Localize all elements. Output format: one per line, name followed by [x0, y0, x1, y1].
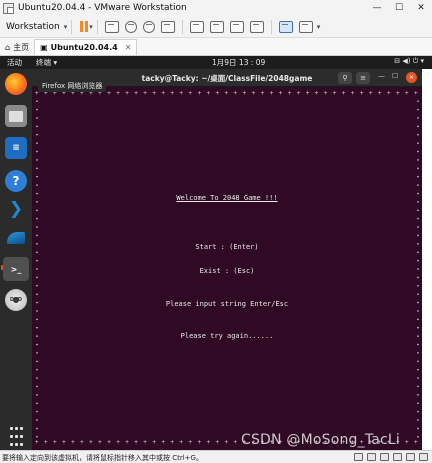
- csdn-watermark: CSDN @MoSong_TacLi: [241, 432, 401, 448]
- firefox-icon[interactable]: [5, 73, 27, 95]
- close-button[interactable]: ✕: [410, 0, 432, 16]
- workstation-menu-button[interactable]: Workstation ▾: [6, 22, 67, 32]
- terminal-close-button[interactable]: ✕: [406, 72, 417, 83]
- stretch-guest-icon[interactable]: [298, 20, 313, 33]
- snapshot-icon[interactable]: [124, 20, 137, 33]
- show-apps-icon[interactable]: [5, 425, 27, 447]
- exit-option-text: Exist : (Esc): [199, 267, 255, 275]
- app-menu-button[interactable]: 终端 ▾: [36, 57, 57, 68]
- toolbar-divider: [181, 19, 183, 34]
- ubuntu-dock: ≡ ? ❯ >_ DVD: [0, 69, 32, 450]
- ubuntu-top-bar: 活动 终端 ▾ 1月9日 13 : 09 ⊟ ◀) ⏻ ▾: [0, 56, 432, 69]
- device-status-icons: [354, 453, 428, 461]
- chevron-down-icon: ▾: [63, 22, 68, 31]
- vscode-icon[interactable]: ❯: [5, 198, 27, 220]
- help-icon[interactable]: ?: [5, 170, 27, 192]
- welcome-text: Welcome To 2048 Game !!!: [176, 194, 278, 202]
- terminal-window[interactable]: tacky@Tacky: ~/桌面/ClassFile/2048game ⚲ ≡…: [32, 69, 422, 450]
- home-icon: ⌂: [5, 42, 11, 52]
- activities-button[interactable]: 活动: [7, 57, 22, 68]
- terminal-minimize-button[interactable]: —: [378, 72, 385, 80]
- sound-icon[interactable]: [406, 453, 415, 461]
- tab-ubuntu[interactable]: ▣ Ubuntu20.04.4 ✕: [34, 39, 138, 55]
- wireshark-icon[interactable]: [5, 227, 27, 249]
- close-tab-icon[interactable]: ✕: [125, 43, 132, 52]
- cd-drive-icon[interactable]: [367, 453, 376, 461]
- vmware-logo-icon: [3, 2, 14, 14]
- terminal-output[interactable]: + + + + + + + + + + + + + + + + + + + + …: [32, 87, 422, 450]
- thumbnail-bar-icon[interactable]: [209, 20, 224, 33]
- vmware-toolbar: Workstation ▾ ▾ ▾: [0, 16, 432, 38]
- input-prompt-text: Please input string Enter/Esc: [165, 300, 289, 308]
- show-library-icon[interactable]: [189, 20, 204, 33]
- tab-home[interactable]: ⌂ 主页: [0, 39, 34, 55]
- vmware-status-bar: 要将输入定向到该虚拟机，请将鼠标指针移入其中或按 Ctrl+G。: [0, 450, 432, 463]
- start-option-text: Start : (Enter): [195, 243, 259, 251]
- tab-ubuntu-label: Ubuntu20.04.4: [50, 43, 118, 52]
- system-menu-icons[interactable]: ⊟ ◀) ⏻ ▾: [394, 57, 424, 66]
- vm-icon: ▣: [40, 43, 48, 52]
- files-icon[interactable]: [5, 105, 27, 127]
- fullscreen-icon[interactable]: [229, 20, 244, 33]
- window-title: Ubuntu20.04.4 - VMware Workstation: [18, 3, 187, 13]
- network-icon[interactable]: [380, 453, 389, 461]
- terminal-maximize-button[interactable]: ☐: [392, 72, 398, 80]
- window-controls: — ☐ ✕: [366, 0, 432, 16]
- maximize-button[interactable]: ☐: [388, 0, 410, 16]
- terminal-icon[interactable]: >_: [3, 257, 29, 281]
- unity-icon[interactable]: [249, 20, 264, 33]
- retry-message-text: Please try again......: [180, 332, 274, 340]
- dvd-icon[interactable]: DVD: [5, 289, 27, 311]
- revert-snapshot-icon[interactable]: [142, 20, 155, 33]
- writer-icon[interactable]: ≡: [5, 137, 27, 159]
- clock[interactable]: 1月9日 13 : 09: [212, 57, 265, 68]
- display-icon[interactable]: [419, 453, 428, 461]
- tab-home-label: 主页: [13, 42, 30, 52]
- hard-disk-icon[interactable]: [354, 453, 363, 461]
- chevron-down-icon[interactable]: ▾: [317, 23, 321, 31]
- workstation-menu-label: Workstation: [6, 21, 60, 32]
- vm-tab-bar: ⌂ 主页 ▣ Ubuntu20.04.4 ✕: [0, 38, 432, 56]
- toolbar-divider: [96, 19, 98, 34]
- snapshot-manager-icon[interactable]: [160, 20, 175, 33]
- toolbar-divider: [71, 19, 73, 34]
- send-ctrl-alt-del-icon[interactable]: [104, 20, 119, 33]
- status-message: 要将输入定向到该虚拟机，请将鼠标指针移入其中或按 Ctrl+G。: [2, 454, 203, 462]
- dock-tooltip: Firefox 网络浏览器: [38, 80, 107, 92]
- chevron-down-icon[interactable]: ▾: [89, 23, 93, 31]
- toolbar-divider: [270, 19, 272, 34]
- window-title-bar: Ubuntu20.04.4 - VMware Workstation — ☐ ✕: [0, 0, 432, 16]
- hamburger-menu-icon[interactable]: ≡: [356, 72, 370, 84]
- search-icon[interactable]: ⚲: [338, 72, 352, 84]
- pause-icon[interactable]: [80, 21, 89, 32]
- console-view-icon[interactable]: [278, 20, 293, 33]
- minimize-button[interactable]: —: [366, 0, 388, 16]
- usb-icon[interactable]: [393, 453, 402, 461]
